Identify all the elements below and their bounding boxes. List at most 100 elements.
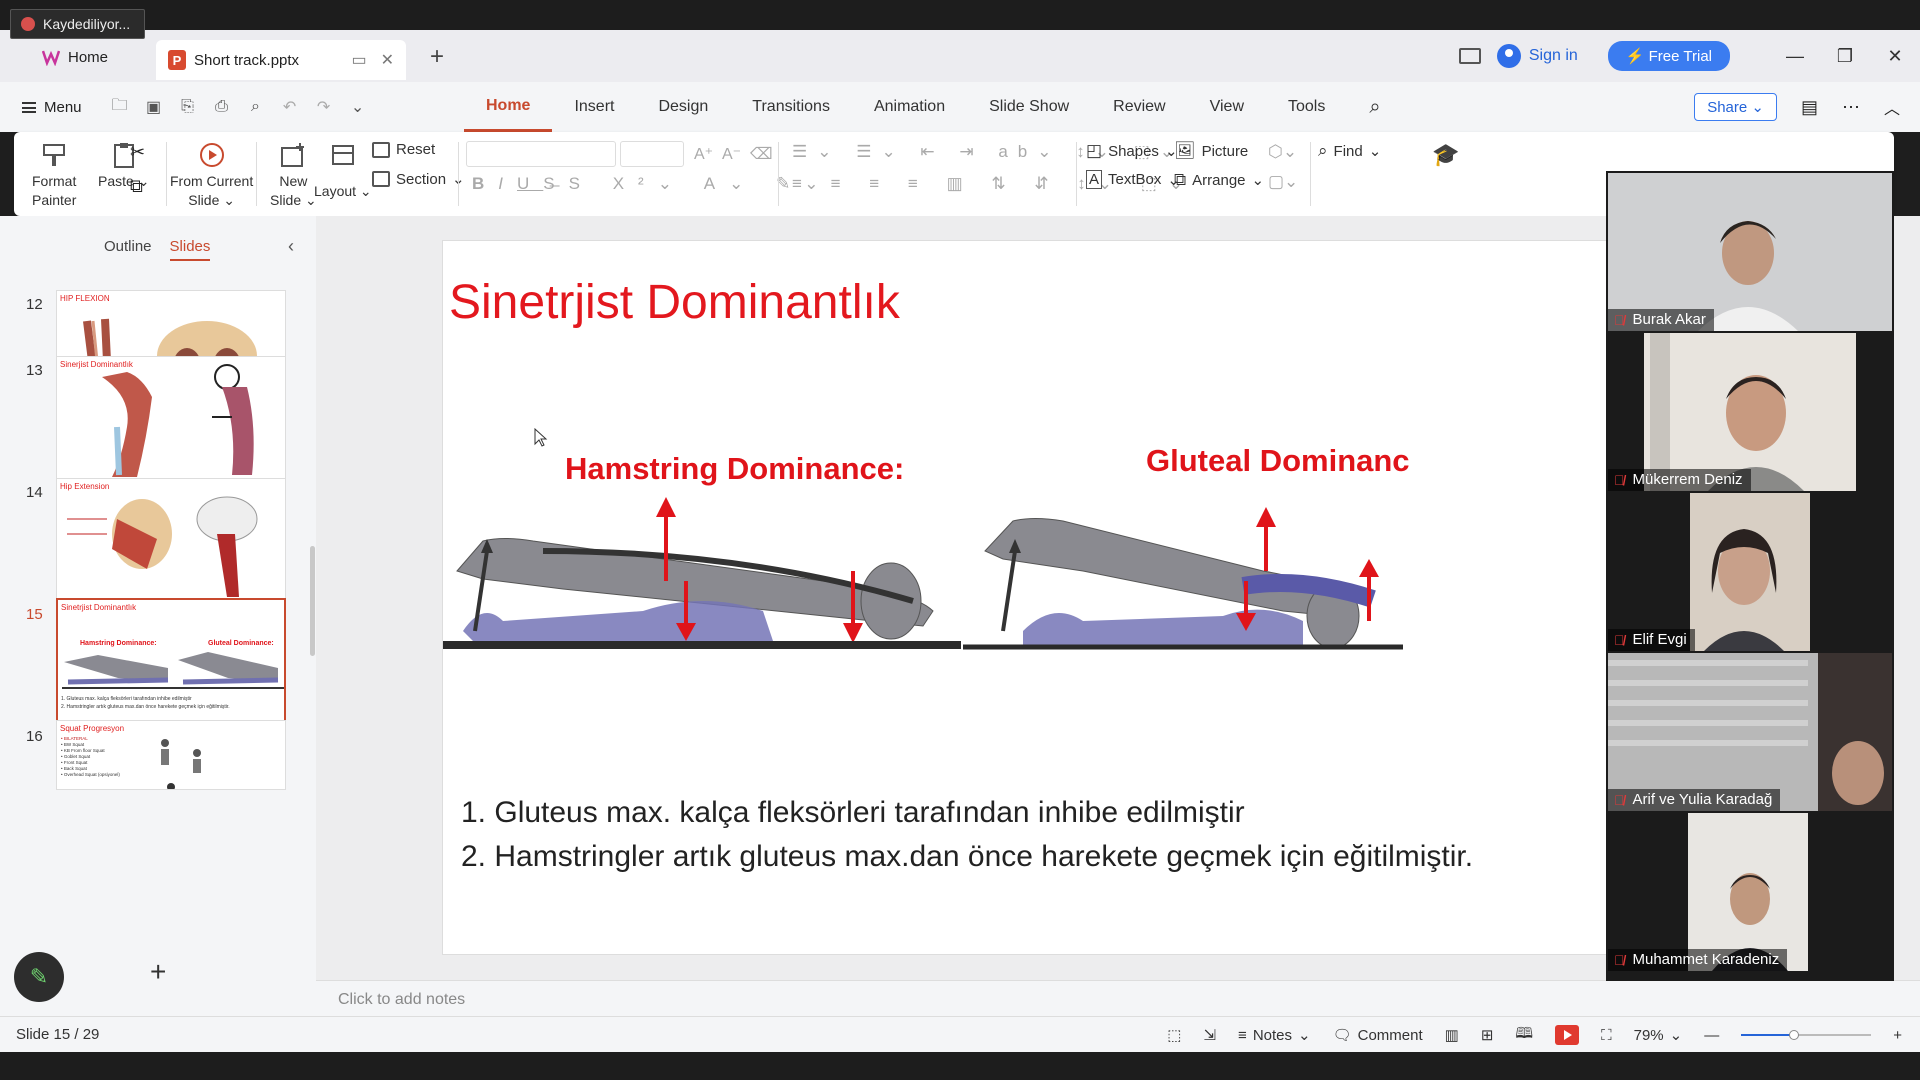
recording-indicator[interactable]: Kaydediliyor... xyxy=(10,9,146,39)
top-black-bar xyxy=(0,0,1920,30)
tab-design[interactable]: Design xyxy=(636,82,730,132)
open-folder-icon[interactable]: 🗀 xyxy=(110,94,130,121)
shapes-button[interactable]: ◰ Shapes ⌄ xyxy=(1086,141,1178,161)
notes-pane[interactable]: Click to add notes xyxy=(316,980,1920,1020)
tab-tools[interactable]: Tools xyxy=(1266,82,1347,132)
zoom-out-icon[interactable]: — xyxy=(1704,1027,1719,1044)
zoom-slider[interactable] xyxy=(1741,1030,1872,1040)
from-current-slide-button[interactable]: From Current Slide ⌄ xyxy=(170,142,253,210)
play-circle-icon xyxy=(199,143,224,167)
slide-sorter-toggle-icon[interactable]: ⇲ xyxy=(1203,1026,1216,1044)
accessibility-icon[interactable]: ⬚ xyxy=(1167,1026,1181,1044)
participant-tile[interactable]: 🎙̸ Arif ve Yulia Karadağ xyxy=(1608,653,1892,811)
print-preview-icon[interactable]: ⌕ xyxy=(246,98,266,116)
grid-view-icon[interactable]: ⊞ xyxy=(1481,1026,1494,1044)
collapse-panel-icon[interactable]: ‹ xyxy=(288,236,294,257)
tab-insert[interactable]: Insert xyxy=(552,82,636,132)
format-painter-button[interactable]: Format Painter xyxy=(32,142,76,210)
slide-bullets[interactable]: 1. Gluteus max. kalça fleksörleri tarafı… xyxy=(461,791,1473,879)
participant-video xyxy=(1690,493,1810,651)
tab-transitions[interactable]: Transitions xyxy=(730,82,852,132)
font-size-controls[interactable]: A⁺ A⁻ ⌫ xyxy=(694,144,773,164)
redo-icon[interactable]: ↷ xyxy=(314,97,334,117)
new-tab-button[interactable]: + xyxy=(430,43,444,71)
zoom-select[interactable]: 79% ⌄ xyxy=(1634,1026,1683,1045)
slides-scrollbar[interactable] xyxy=(310,546,315,656)
reset-button[interactable]: Reset xyxy=(372,141,435,158)
share-label: Share xyxy=(1707,99,1748,116)
arrange-button[interactable]: ⧉ Arrange ⌄ xyxy=(1174,170,1264,190)
slide-thumb-16[interactable]: Squat Progresyon • BILATERAL • BW Squat … xyxy=(56,720,286,790)
notes-button[interactable]: ≡ Notes ⌄ xyxy=(1238,1026,1311,1045)
tab-file[interactable]: P Short track.pptx ▭ ✕ xyxy=(156,40,406,80)
more-icon[interactable]: ⋯ xyxy=(1842,97,1860,118)
share-file-icon[interactable]: ⎘ xyxy=(178,98,198,116)
save-icon[interactable]: ▣ xyxy=(144,97,164,117)
free-trial-button[interactable]: ⚡ Free Trial xyxy=(1607,41,1730,71)
tab-monitor-icon[interactable]: ▭ xyxy=(351,50,366,70)
slide-thumb-13[interactable]: Sinerjist Dominantlık xyxy=(56,356,286,484)
graduation-cap-icon[interactable]: 🎓 xyxy=(1432,142,1459,168)
tab-slide-show[interactable]: Slide Show xyxy=(967,82,1091,132)
customize-chevron-icon[interactable]: ⌄ xyxy=(348,97,368,117)
print-icon[interactable]: ⎙ xyxy=(212,98,232,116)
reading-view-icon[interactable]: 🕮 xyxy=(1515,1023,1533,1048)
copy-icon[interactable]: ⧉ xyxy=(130,176,143,197)
restore-icon[interactable]: ❐ xyxy=(1820,46,1870,67)
user-icon xyxy=(1496,44,1521,68)
mouse-cursor-icon xyxy=(534,428,548,447)
tab-animation[interactable]: Animation xyxy=(852,82,967,132)
find-button[interactable]: ⌕ Find ⌄ xyxy=(1318,141,1381,161)
minimize-icon[interactable]: — xyxy=(1770,46,1820,67)
font-size-select[interactable] xyxy=(620,141,684,167)
slideshow-play-icon[interactable] xyxy=(1555,1025,1580,1045)
shapes-icon: ◰ xyxy=(1086,141,1103,160)
tab-outline[interactable]: Outline xyxy=(104,238,152,261)
search-icon[interactable]: ⌕ xyxy=(1347,82,1402,132)
comment-button[interactable]: 🗨 Comment xyxy=(1333,1026,1423,1045)
undo-icon[interactable]: ↶ xyxy=(280,97,300,117)
slide-thumb-15[interactable]: Sinetrjist Dominantlık Hamstring Dominan… xyxy=(56,598,286,726)
window-mode-icon[interactable] xyxy=(1458,48,1481,64)
tab-home-ribbon[interactable]: Home xyxy=(464,82,553,132)
menu-button[interactable]: Menu xyxy=(22,99,82,116)
muted-mic-icon: 🎙̸ xyxy=(1614,952,1625,968)
tab-close-icon[interactable]: ✕ xyxy=(381,50,394,70)
fit-window-icon[interactable]: ⛶ xyxy=(1601,1027,1612,1044)
new-slide-button[interactable]: New Slide ⌄ xyxy=(270,142,317,210)
participant-tile[interactable]: 🎙̸ Muhammet Karadeniz xyxy=(1608,813,1892,971)
cut-icon[interactable]: ✂ xyxy=(130,142,145,163)
picture-icon: 🖼 xyxy=(1174,141,1196,160)
section-button[interactable]: Section ⌄ xyxy=(372,170,465,188)
close-window-icon[interactable]: ✕ xyxy=(1870,46,1920,67)
add-slide-button[interactable]: + xyxy=(150,956,166,988)
from-current-label-2: Slide xyxy=(188,192,220,208)
free-trial-label: Free Trial xyxy=(1648,48,1712,65)
slide-canvas[interactable]: Sinetrjist Dominantlık Hamstring Dominan… xyxy=(442,240,1692,955)
tab-slides[interactable]: Slides xyxy=(169,238,211,261)
slide-title[interactable]: Sinetrjist Dominantlık xyxy=(449,275,900,330)
zoom-in-icon[interactable]: + xyxy=(1893,1027,1902,1044)
tab-review[interactable]: Review xyxy=(1091,82,1187,132)
tab-view[interactable]: View xyxy=(1188,82,1266,132)
share-button[interactable]: Share ⌄ xyxy=(1694,93,1777,121)
tab-home[interactable]: Home xyxy=(30,40,158,74)
participant-tile[interactable]: 🎙̸ Burak Akar xyxy=(1608,173,1892,331)
participant-tile[interactable]: 🎙̸ Mükerrem Deniz xyxy=(1608,333,1892,491)
outline-icon[interactable]: ▢⌄ xyxy=(1268,172,1298,192)
comment-panel-icon[interactable]: ▤ xyxy=(1801,97,1818,118)
pen-tool-button[interactable]: ✎ xyxy=(14,952,64,1002)
ppt-file-icon: P xyxy=(168,50,186,70)
picture-button[interactable]: 🖼 Picture xyxy=(1174,141,1248,161)
slide-thumb-14[interactable]: Hip Extension xyxy=(56,478,286,606)
participant-tile[interactable]: 🎙̸ Elif Evgi xyxy=(1608,493,1892,651)
font-family-select[interactable] xyxy=(466,141,616,167)
zoom-slider-knob[interactable] xyxy=(1789,1030,1800,1040)
sign-in-button[interactable]: Sign in xyxy=(1496,44,1578,68)
layout-button[interactable]: Layout ⌄ xyxy=(314,142,372,201)
collapse-ribbon-icon[interactable]: ︿ xyxy=(1884,95,1900,119)
fill-icon[interactable]: ⬡⌄ xyxy=(1268,142,1297,162)
paste-label: Paste xyxy=(98,173,134,189)
textbox-button[interactable]: A TextBox ⌄ xyxy=(1086,170,1180,189)
normal-view-icon[interactable]: ▥ xyxy=(1445,1026,1459,1044)
